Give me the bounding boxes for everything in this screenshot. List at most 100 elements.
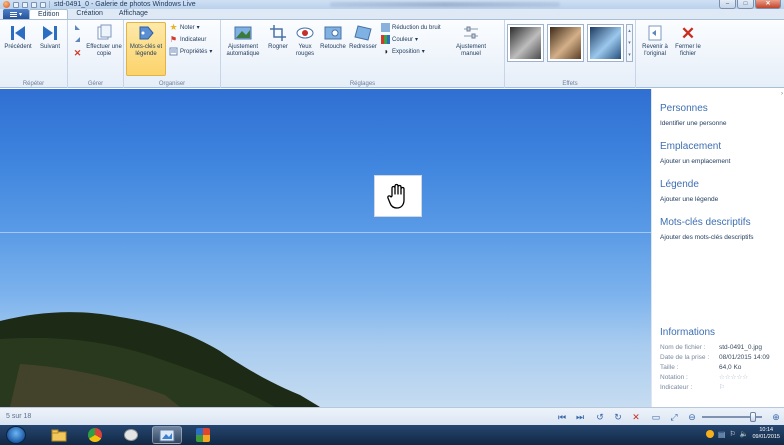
crop-button[interactable]: Rogner xyxy=(264,23,292,51)
tray-network-icon[interactable]: ▤ xyxy=(718,430,726,439)
tray-volume-icon[interactable]: 🔈 xyxy=(740,430,749,438)
folder-icon xyxy=(51,429,67,441)
photo-viewer[interactable] xyxy=(0,89,651,407)
window-title: std-0491_0 - Galerie de photos Windows L… xyxy=(54,1,196,8)
manual-adjust-button[interactable]: Ajustement manuel xyxy=(451,23,491,58)
keywords-label-line2: légende xyxy=(135,51,157,57)
info-row: Taille : 64,0 Ko xyxy=(660,363,770,373)
flag-icon: ⚑ xyxy=(169,35,178,44)
undo-icon[interactable] xyxy=(31,1,37,8)
explorer-taskbar-button[interactable] xyxy=(44,426,74,444)
next-button[interactable]: Suivant xyxy=(34,23,66,51)
delete-icon[interactable]: ✕ xyxy=(630,411,642,423)
auto-adjust-button[interactable]: Ajustement automatique xyxy=(222,23,264,58)
fit-to-window-icon[interactable]: ⤢ xyxy=(668,411,680,423)
close-file-label: Fermer le fichier xyxy=(675,44,701,57)
info-key: Nom de fichier : xyxy=(660,344,706,351)
tray-flag-icon[interactable]: ⚐ xyxy=(729,430,735,438)
photo-gallery-icon xyxy=(159,429,175,441)
rotate-left-button[interactable] xyxy=(73,23,82,32)
rate-label: Noter xyxy=(180,24,195,31)
clock[interactable]: 10:14 09/01/2015 xyxy=(752,427,780,441)
app-taskbar-button[interactable] xyxy=(116,426,146,444)
ribbon: Précédent Suivant Répéter ✕ Effectuer un… xyxy=(0,20,784,88)
noise-reduction-button[interactable]: Réduction du bruit xyxy=(381,23,441,32)
close-button[interactable]: ✕ xyxy=(755,0,781,9)
back-icon[interactable] xyxy=(13,1,19,8)
revert-label: Revenir à l'original xyxy=(642,44,668,57)
effect-thumbnail-cyan[interactable] xyxy=(587,24,624,62)
exposure-button[interactable]: ◑ Exposition ▾ xyxy=(381,47,425,56)
delete-button[interactable]: ✕ xyxy=(73,48,82,58)
caption-heading: Légende xyxy=(660,179,699,190)
photo-gallery-taskbar-button[interactable] xyxy=(152,426,182,444)
maximize-button[interactable]: □ xyxy=(737,0,754,9)
keywords-heading: Mots-clés descriptifs xyxy=(660,217,751,228)
flag-value-icon[interactable]: ⚐ xyxy=(719,383,725,393)
add-location-link[interactable]: Ajouter un emplacement xyxy=(660,158,730,165)
close-file-button[interactable]: ✕ Fermer le fichier xyxy=(672,23,704,58)
previous-photo-icon[interactable]: ⏮ xyxy=(556,411,568,423)
rate-button[interactable]: ★ Noter ▾ xyxy=(169,22,199,32)
start-button[interactable] xyxy=(6,426,26,444)
group-reglages: Ajustement automatique Rogner Yeux rouge… xyxy=(221,20,505,88)
date-taken-value: 08/01/2015 14:09 xyxy=(719,354,770,361)
file-menu-button[interactable]: ▾ xyxy=(3,9,29,19)
close-file-icon: ✕ xyxy=(680,23,696,43)
zoom-in-icon[interactable]: ⊕ xyxy=(770,411,782,423)
effect-preview xyxy=(590,27,621,59)
effect-preview xyxy=(550,27,581,59)
office-taskbar-button[interactable] xyxy=(188,426,218,444)
properties-label: Propriétés xyxy=(180,48,208,55)
location-heading: Emplacement xyxy=(660,141,722,152)
effect-thumbnail-bw[interactable] xyxy=(507,24,544,62)
info-row: Date de la prise : 08/01/2015 14:09 xyxy=(660,353,770,363)
info-row: Indicateur : ⚐ xyxy=(660,383,770,393)
red-eye-button[interactable]: Yeux rouges xyxy=(292,23,318,58)
next-icon xyxy=(40,23,60,43)
zoom-slider-thumb[interactable] xyxy=(750,412,756,422)
straighten-label: Redresser xyxy=(349,44,377,50)
make-copy-label: Effectuer une copie xyxy=(86,44,122,57)
next-photo-icon[interactable]: ⏭ xyxy=(574,411,586,423)
rotate-right-button[interactable] xyxy=(73,35,82,44)
ribbon-tabs: ▾ Edition Création Affichage xyxy=(0,9,784,20)
rotate-left-icon[interactable]: ↺ xyxy=(594,411,606,423)
rating-stars[interactable]: ☆☆☆☆☆ xyxy=(719,373,748,383)
app-icon[interactable] xyxy=(3,1,10,8)
rotate-right-icon[interactable]: ↻ xyxy=(612,411,624,423)
properties-button[interactable]: Propriétés ▾ xyxy=(169,47,212,56)
redo-icon[interactable] xyxy=(40,1,46,8)
scroll-indicator[interactable]: › xyxy=(781,91,783,97)
keywords-caption-button[interactable]: Mots-clés et légende xyxy=(126,22,166,76)
make-copy-button[interactable]: Effectuer une copie xyxy=(86,23,122,58)
clock-date: 09/01/2015 xyxy=(752,434,780,440)
effects-gallery-scroll[interactable]: ▴ ▾ ▾ xyxy=(626,24,633,62)
add-caption-link[interactable]: Ajouter une légende xyxy=(660,196,718,203)
color-button[interactable]: Couleur ▾ xyxy=(381,35,418,44)
info-key: Date de la prise : xyxy=(660,354,710,361)
slideshow-icon[interactable]: ▭ xyxy=(650,411,662,423)
add-keywords-link[interactable]: Ajouter des mots-clés descriptifs xyxy=(660,234,754,241)
straighten-button[interactable]: Redresser xyxy=(348,23,378,51)
tab-affichage[interactable]: Affichage xyxy=(111,9,156,19)
group-label-effets: Effets xyxy=(562,81,578,87)
previous-button[interactable]: Précédent xyxy=(2,23,34,51)
chrome-taskbar-button[interactable] xyxy=(80,426,110,444)
tab-creation[interactable]: Création xyxy=(68,9,110,19)
people-heading: Personnes xyxy=(660,103,708,114)
tab-edition[interactable]: Edition xyxy=(29,9,69,19)
retouch-button[interactable]: Retouche xyxy=(318,23,348,51)
retouch-label: Retouche xyxy=(320,44,346,50)
minimize-button[interactable]: – xyxy=(719,0,736,9)
group-repeter: Précédent Suivant Répéter xyxy=(0,20,68,88)
identify-person-link[interactable]: Identifier une personne xyxy=(660,120,727,127)
effect-thumbnail-sepia[interactable] xyxy=(547,24,584,62)
tray-app-icon[interactable] xyxy=(705,430,714,438)
zoom-out-icon[interactable]: ⊖ xyxy=(686,411,698,423)
forward-icon[interactable] xyxy=(22,1,28,8)
rotate-left-icon xyxy=(73,23,82,32)
revert-original-button[interactable]: Revenir à l'original xyxy=(638,23,672,58)
copy-icon xyxy=(94,23,114,43)
flag-button[interactable]: ⚑ Indicateur xyxy=(169,35,206,44)
